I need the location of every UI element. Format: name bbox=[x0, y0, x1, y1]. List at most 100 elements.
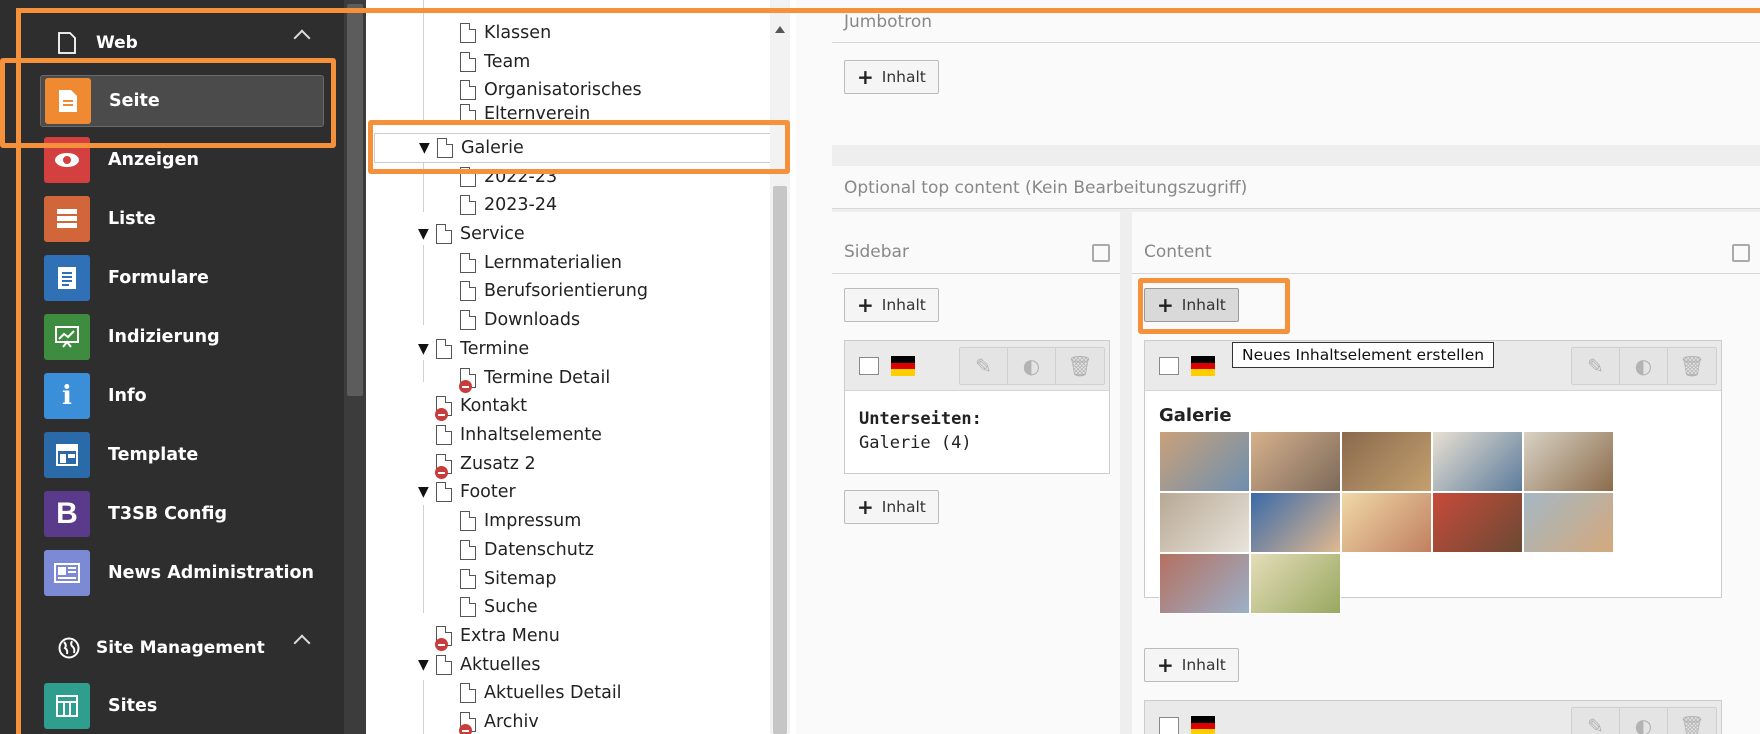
edit-pencil-icon[interactable]: ✎ bbox=[1572, 708, 1620, 734]
module-template[interactable]: Template bbox=[40, 429, 326, 481]
tree-node-suche[interactable]: Suche bbox=[460, 593, 538, 621]
edit-pencil-icon[interactable]: ✎ bbox=[1572, 348, 1620, 384]
add-content-button[interactable]: + Inhalt bbox=[1144, 648, 1239, 682]
add-content-button[interactable]: + Inhalt bbox=[844, 288, 939, 322]
collapse-toggle-icon[interactable]: ▼ bbox=[418, 226, 436, 242]
tree-guide-line bbox=[423, 680, 424, 734]
tree-node-zusatz-2[interactable]: Zusatz 2 bbox=[435, 450, 536, 479]
tree-node-sitemap[interactable]: Sitemap bbox=[460, 565, 556, 593]
divider bbox=[832, 208, 1760, 209]
module-t3sb-config[interactable]: B T3SB Config bbox=[40, 488, 326, 540]
module-formulare[interactable]: Formulare bbox=[40, 252, 326, 304]
add-content-label: Inhalt bbox=[881, 498, 926, 516]
gallery-image[interactable] bbox=[1432, 492, 1523, 553]
chevron-up-icon[interactable] bbox=[293, 29, 311, 47]
scroll-up-icon[interactable] bbox=[775, 26, 785, 33]
module-anzeigen[interactable]: Anzeigen bbox=[40, 134, 326, 186]
tree-node-organisatorisches[interactable]: Organisatorisches bbox=[460, 76, 642, 104]
tree-node-galerie[interactable]: ▼ Galerie bbox=[374, 133, 772, 163]
tree-node-label: Inhaltselemente bbox=[460, 425, 602, 445]
gallery-image[interactable] bbox=[1341, 431, 1432, 492]
tree-node-elternverein[interactable]: Elternverein bbox=[460, 104, 590, 120]
newspaper-icon bbox=[44, 550, 90, 596]
tree-node-2023-24[interactable]: 2023-24 bbox=[460, 191, 557, 219]
module-liste[interactable]: Liste bbox=[40, 193, 326, 245]
module-indizierung[interactable]: Indizierung bbox=[40, 311, 326, 363]
add-content-label: Inhalt bbox=[881, 296, 926, 314]
content-element-card[interactable]: ✎ ◐ 🗑 bbox=[1144, 700, 1722, 734]
edit-column-icon[interactable] bbox=[1092, 244, 1110, 262]
add-content-button[interactable]: + Inhalt bbox=[1144, 288, 1239, 322]
gallery-image[interactable] bbox=[1432, 431, 1523, 492]
group-web[interactable]: Web bbox=[40, 20, 340, 66]
trash-icon[interactable]: 🗑 bbox=[1668, 348, 1716, 384]
tree-node-lernmaterialien[interactable]: Lernmaterialien bbox=[460, 249, 622, 277]
tree-node-downloads[interactable]: Downloads bbox=[460, 306, 580, 334]
tree-node-label: Kontakt bbox=[460, 396, 527, 416]
add-content-button[interactable]: + Inhalt bbox=[844, 60, 939, 94]
collapse-toggle-icon[interactable]: ▼ bbox=[419, 140, 437, 156]
tree-node-kontakt[interactable]: Kontakt bbox=[435, 392, 527, 421]
gallery-image[interactable] bbox=[1159, 492, 1250, 553]
collapse-toggle-icon[interactable]: ▼ bbox=[418, 657, 436, 673]
tree-node-berufsorientierung[interactable]: Berufsorientierung bbox=[460, 277, 648, 305]
module-info[interactable]: i Info bbox=[40, 370, 326, 422]
tree-node-aktuelles-detail[interactable]: Aktuelles Detail bbox=[460, 679, 622, 707]
gallery-image[interactable] bbox=[1341, 492, 1432, 553]
gallery-image[interactable] bbox=[1523, 431, 1614, 492]
tree-node-termine[interactable]: ▼ Termine bbox=[418, 335, 529, 363]
module-t3sb-config-label: T3SB Config bbox=[108, 504, 227, 524]
collapse-toggle-icon[interactable]: ▼ bbox=[418, 484, 436, 500]
module-news-administration-label: News Administration bbox=[108, 563, 315, 583]
tree-node-footer[interactable]: ▼ Footer bbox=[418, 478, 516, 506]
tree-node-klassen[interactable]: Klassen bbox=[460, 19, 551, 47]
tree-node-impressum[interactable]: Impressum bbox=[460, 507, 581, 535]
module-sites[interactable]: Sites bbox=[40, 680, 326, 732]
tooltip: Neues Inhaltselement erstellen bbox=[1232, 342, 1495, 368]
module-seite[interactable]: Seite bbox=[40, 75, 324, 127]
gallery-image[interactable] bbox=[1159, 553, 1250, 614]
tree-guide-line bbox=[423, 0, 424, 120]
gallery-image[interactable] bbox=[1523, 492, 1614, 553]
tree-node-termine-detail[interactable]: Termine Detail bbox=[459, 364, 610, 393]
module-menu-scroll-thumb[interactable] bbox=[347, 4, 363, 396]
add-content-label: Inhalt bbox=[1181, 656, 1226, 674]
trash-icon[interactable]: 🗑 bbox=[1668, 708, 1716, 734]
tree-node-2022-23[interactable]: 2022-23 bbox=[460, 163, 557, 191]
page-icon bbox=[436, 339, 452, 359]
content-element-actions: ✎ ◐ 🗑 bbox=[1571, 347, 1717, 385]
content-element-heading: Galerie bbox=[1159, 405, 1232, 426]
tree-node-label: Service bbox=[460, 224, 525, 244]
tree-node-label: Downloads bbox=[484, 310, 581, 330]
page-icon bbox=[460, 52, 476, 72]
content-element-card[interactable]: ✎ ◐ 🗑 Galerie bbox=[1144, 340, 1722, 614]
edit-pencil-icon[interactable]: ✎ bbox=[960, 348, 1008, 384]
tree-node-datenschutz[interactable]: Datenschutz bbox=[460, 536, 594, 564]
content-element-card[interactable]: ✎ ◐ 🗑 Unterseiten: Galerie (4) bbox=[844, 340, 1110, 474]
tree-node-team[interactable]: Team bbox=[460, 48, 530, 76]
collapse-toggle-icon[interactable]: ▼ bbox=[418, 341, 436, 357]
tree-node-label: Berufsorientierung bbox=[484, 281, 648, 301]
group-site-management[interactable]: Site Management bbox=[40, 625, 340, 671]
toggle-visibility-icon[interactable]: ◐ bbox=[1620, 708, 1668, 734]
page-tree-scroll-thumb[interactable] bbox=[773, 186, 787, 734]
toggle-visibility-icon[interactable]: ◐ bbox=[1620, 348, 1668, 384]
toggle-visibility-icon[interactable]: ◐ bbox=[1008, 348, 1056, 384]
tree-node-inhaltselemente[interactable]: Inhaltselemente bbox=[436, 421, 602, 449]
trash-icon[interactable]: 🗑 bbox=[1056, 348, 1104, 384]
tree-node-service[interactable]: ▼ Service bbox=[418, 220, 525, 248]
gallery-image[interactable] bbox=[1159, 431, 1250, 492]
tree-node-extra-menu[interactable]: Extra Menu bbox=[435, 622, 560, 651]
tree-node-label: 2022-23 bbox=[484, 167, 558, 187]
gallery-image[interactable] bbox=[1250, 431, 1341, 492]
tree-node-archiv[interactable]: Archiv bbox=[459, 708, 539, 734]
add-content-button[interactable]: + Inhalt bbox=[844, 490, 939, 524]
list-icon bbox=[44, 196, 90, 242]
module-news-administration[interactable]: News Administration bbox=[40, 547, 326, 599]
tree-node-aktuelles[interactable]: ▼ Aktuelles bbox=[418, 651, 540, 679]
gallery-image[interactable] bbox=[1250, 492, 1341, 553]
chevron-up-icon[interactable] bbox=[293, 634, 311, 652]
gallery-image[interactable] bbox=[1250, 553, 1341, 614]
plus-icon: + bbox=[857, 293, 874, 317]
edit-column-icon[interactable] bbox=[1732, 244, 1750, 262]
